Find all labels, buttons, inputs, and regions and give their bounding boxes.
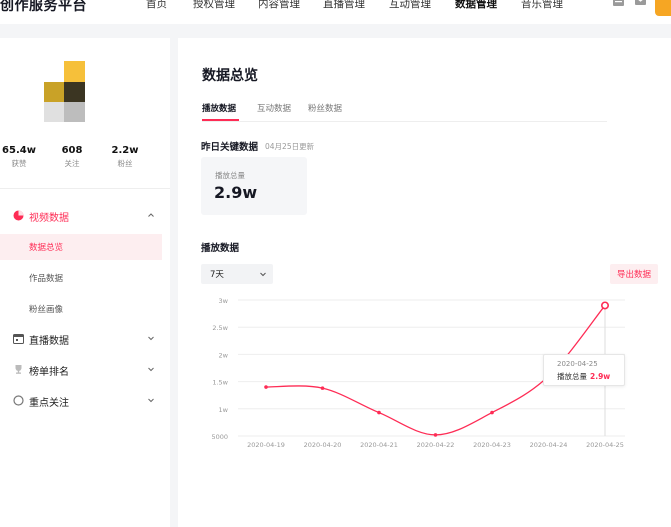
sidebar-group-label: 视频数据 (29, 213, 69, 224)
data-point (433, 433, 438, 437)
calendar-icon (13, 334, 24, 344)
tooltip-date: 2020-04-25 (557, 360, 598, 368)
stat-likes-value: 65.4w (2, 145, 36, 156)
sidebar-item-data-overview[interactable]: 数据总览 (0, 234, 162, 260)
nav-item-data[interactable]: 数据管理 (455, 0, 497, 11)
y-tick-label: 2w (219, 351, 229, 359)
tooltip-row: 播放总量 2.9w (557, 371, 610, 382)
data-point (320, 386, 325, 390)
tooltip-value: 2.9w (590, 372, 611, 381)
stat-fans-label: 粉丝 (117, 159, 133, 168)
nav-item-interaction[interactable]: 互动管理 (389, 0, 431, 11)
sidebar: 65.4w 获赞 608 关注 2.2w 粉丝 视频数据 数据总览 作品数据 粉… (0, 38, 170, 527)
sidebar-group-label: 榜单排名 (29, 367, 69, 378)
chevron-down-icon (148, 367, 154, 372)
stat-following-label: 关注 (64, 159, 80, 168)
chevron-up-icon (148, 213, 154, 217)
data-point-highlight (600, 301, 609, 310)
sidebar-group-rankings[interactable]: 榜单排名 (0, 359, 170, 381)
y-tick-label: 1w (219, 406, 229, 414)
sidebar-item-label: 作品数据 (29, 274, 64, 284)
data-point (377, 410, 381, 415)
y-tick-label: 3w (219, 297, 229, 305)
nav-item-live[interactable]: 直播管理 (323, 0, 365, 11)
chart-tooltip: 2020-04-25 播放总量 2.9w (543, 354, 625, 386)
y-tick-label: 2.5w (212, 324, 228, 332)
mail-icon[interactable] (634, 0, 647, 7)
app-title[interactable]: 创作服务平台 (0, 0, 87, 15)
data-point (264, 385, 268, 389)
sidebar-group-key-focus[interactable]: 重点关注 (0, 390, 170, 412)
data-point (490, 410, 494, 415)
document-icon[interactable] (612, 0, 625, 7)
x-tick-label: 2020-04-21 (360, 441, 398, 449)
trophy-icon (15, 365, 22, 374)
sidebar-item-label: 粉丝画像 (29, 305, 64, 315)
nav-item-music[interactable]: 音乐管理 (521, 0, 563, 11)
sidebar-group-live-data[interactable]: 直播数据 (0, 328, 170, 350)
stat-fans-value: 2.2w (111, 145, 139, 156)
nav-item-authorization[interactable]: 授权管理 (193, 0, 235, 11)
pie-chart-icon (13, 210, 24, 221)
stat-fans: 2.2w 粉丝 (105, 145, 145, 169)
x-tick-label: 2020-04-24 (530, 441, 568, 449)
sidebar-group-video-data[interactable]: 视频数据 (0, 205, 170, 227)
y-tick-label: 5000 (211, 433, 228, 441)
nav-item-home[interactable]: 首页 (146, 0, 167, 11)
x-tick-label: 2020-04-23 (473, 441, 511, 449)
stat-following: 608 关注 (52, 145, 92, 169)
stat-following-value: 608 (61, 145, 83, 156)
sidebar-divider (0, 188, 170, 189)
x-tick-label: 2020-04-25 (586, 441, 624, 449)
sidebar-item-label: 数据总览 (29, 243, 64, 253)
x-tick-label: 2020-04-20 (304, 441, 342, 449)
sidebar-item-fan-profile[interactable]: 粉丝画像 (0, 296, 162, 322)
circle-icon (13, 395, 24, 406)
main-panel: 数据总览 播放数据 互动数据 粉丝数据 昨日关键数据 04月25日更新 播放总量… (178, 38, 671, 527)
stat-likes-label: 获赞 (11, 159, 27, 168)
chevron-down-icon (148, 336, 154, 341)
sidebar-item-works-data[interactable]: 作品数据 (0, 265, 162, 291)
y-tick-label: 1.5w (212, 379, 228, 387)
x-tick-label: 2020-04-22 (417, 441, 455, 449)
nav-item-content[interactable]: 内容管理 (258, 0, 300, 11)
profile-avatar (44, 61, 85, 122)
user-avatar[interactable] (655, 0, 671, 16)
play-data-line-chart: 5000 1w 1.5w 2w 2.5w 3w 2020-04-19 2020-04-20 20… (211, 297, 625, 449)
stat-likes: 65.4w 获赞 (0, 145, 39, 169)
sidebar-group-label: 重点关注 (29, 398, 69, 409)
chevron-down-icon (148, 398, 154, 403)
x-tick-label: 2020-04-19 (247, 441, 285, 449)
tooltip-label: 播放总量 (557, 372, 587, 381)
top-nav: 创作服务平台 首页 授权管理 内容管理 直播管理 互动管理 数据管理 音乐管理 (0, 0, 671, 24)
sidebar-group-label: 直播数据 (29, 336, 69, 347)
